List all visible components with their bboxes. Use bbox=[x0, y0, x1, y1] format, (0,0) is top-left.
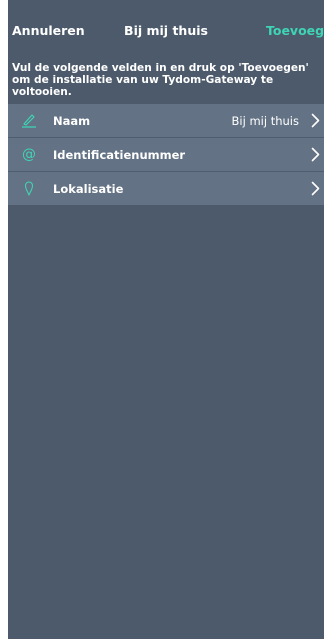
pencil-icon bbox=[22, 114, 36, 128]
cancel-button[interactable]: Annuleren bbox=[12, 23, 85, 38]
svg-text:@: @ bbox=[22, 147, 36, 163]
field-row-name[interactable]: Naam Bij mij thuis bbox=[8, 104, 324, 138]
location-pin-icon bbox=[24, 181, 34, 196]
field-label-name: Naam bbox=[53, 114, 91, 128]
add-button[interactable]: Toevoegen bbox=[266, 23, 324, 38]
field-row-identification-number[interactable]: @ Identificatienummer bbox=[8, 138, 324, 172]
field-label-identification-number: Identificatienummer bbox=[53, 148, 186, 162]
field-row-location[interactable]: Lokalisatie bbox=[8, 172, 324, 205]
field-label-location: Lokalisatie bbox=[53, 182, 124, 196]
at-sign-icon: @ bbox=[22, 147, 36, 163]
chevron-right-icon bbox=[311, 181, 320, 196]
navigation-bar: Annuleren Bij mij thuis Toevoegen bbox=[8, 0, 324, 58]
chevron-right-icon bbox=[311, 113, 320, 128]
field-value-name: Bij mij thuis bbox=[231, 114, 299, 128]
screen: Annuleren Bij mij thuis Toevoegen Vul de… bbox=[8, 0, 324, 639]
chevron-right-icon bbox=[311, 147, 320, 162]
field-list: Naam Bij mij thuis @ Identificatienummer… bbox=[8, 104, 324, 205]
instructions-text: Vul de volgende velden in en druk op 'To… bbox=[12, 62, 309, 98]
